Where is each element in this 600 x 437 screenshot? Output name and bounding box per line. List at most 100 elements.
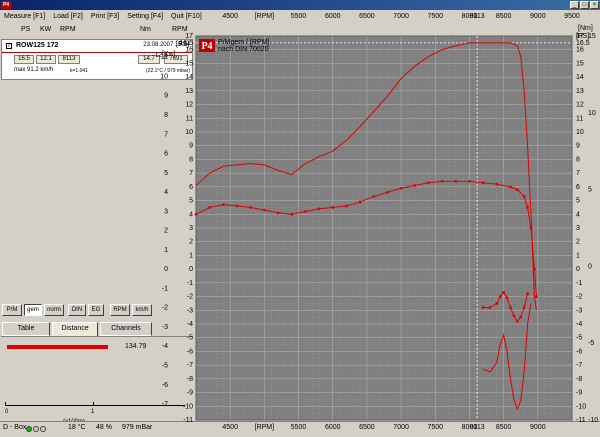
y-tick-label-nm: 0	[588, 263, 592, 270]
y-tick-label-kw: 1	[164, 247, 168, 254]
y-tick-label-kw: 2	[164, 228, 168, 235]
x-tick-label-top: 8500	[496, 13, 512, 20]
run-kw-value: 12.1	[36, 55, 56, 64]
menu-load[interactable]: Load [F2]	[53, 13, 83, 20]
y-tick-label-ps-left: 1	[189, 252, 193, 259]
x-tick-label-bottom: 6000	[325, 424, 341, 431]
data-point	[235, 204, 239, 208]
toggle-rpm-button[interactable]: RPM	[110, 304, 130, 316]
y-tick-label-ps-left: 0	[189, 266, 193, 273]
x-tick-label-bottom: 9000	[530, 424, 546, 431]
tab-distance[interactable]: Distance	[52, 322, 98, 336]
y-tick-label-kw: 5	[164, 170, 168, 177]
y-tick-label-kw: 9	[164, 93, 168, 100]
y-tick-label-ps-left: 6	[189, 184, 193, 191]
y-tick-label-kw: 8	[164, 112, 168, 119]
y-tick-label-ps-left: -5	[187, 335, 193, 342]
x-tick-label-top: 9000	[530, 13, 546, 20]
y-tick-label-ps-left: -3	[187, 307, 193, 314]
x-tick-label-top: 5500	[291, 13, 307, 20]
y-tick-label-ps-left: 13	[185, 88, 193, 95]
y-tick-label-nm: 15	[588, 33, 596, 40]
status-humidity: 48 %	[96, 424, 112, 431]
toggle-eg-button[interactable]: EG	[88, 304, 104, 316]
run-name: ROW125 172	[16, 42, 59, 49]
y-tick-label-ps-left: 8	[189, 156, 193, 163]
y-tick-label-ps-left: -7	[187, 362, 193, 369]
toggle-din-button[interactable]: DIN	[68, 304, 86, 316]
menu-print[interactable]: Print [F3]	[91, 13, 119, 20]
data-point	[317, 207, 321, 211]
data-point	[515, 319, 519, 323]
y-tick-label-ps-right: 4	[576, 211, 580, 218]
y-tick-label-ps-left: 12	[185, 102, 193, 109]
data-point	[529, 226, 533, 230]
logo-text: P4	[201, 41, 212, 52]
distance-bar	[7, 345, 108, 349]
run-checkbox[interactable]: ✓	[6, 43, 12, 49]
y-tick-label-ps-left: -6	[187, 348, 193, 355]
y-tick-label-kw: 4	[164, 189, 168, 196]
data-point	[208, 206, 212, 209]
menu-measure[interactable]: Measure [F1]	[4, 13, 45, 20]
y-tick-label-ps-right: -10	[576, 403, 586, 410]
y-tick-label-ps-left: -10	[183, 403, 193, 410]
data-point	[468, 179, 471, 183]
data-point	[512, 314, 516, 318]
y-tick-label-kw: 0	[164, 266, 168, 273]
x-tick-label-top: 7500	[427, 13, 443, 20]
y-tick-label-ps-right: -3	[576, 307, 582, 314]
y-axis-nm-label: [Nm]	[578, 25, 593, 32]
x-tick-label-bottom: 7500	[427, 424, 443, 431]
x-tick-label-bottom: 7000	[393, 424, 409, 431]
y-tick-label-kw: -3	[162, 324, 168, 331]
y-tick-label-kw: -1	[162, 285, 168, 292]
data-point	[533, 267, 536, 271]
status-temperature: 18 °C	[68, 424, 86, 431]
data-point	[276, 211, 280, 215]
tab-table[interactable]: Table	[2, 322, 50, 336]
dyno-chart[interactable]: 4500 [RPM] 5500 6000 6500 7000 7500 8 0 0 0 8500 900…	[154, 0, 600, 435]
toggle-gem-button[interactable]: gem	[24, 304, 42, 316]
y-tick-label-ps-left: 7	[189, 170, 193, 177]
toggle-kmh-button[interactable]: km/h	[132, 304, 152, 316]
x-tick-label-top: [RPM]	[255, 13, 275, 20]
data-point	[386, 190, 389, 194]
col-ps: PS	[21, 26, 31, 33]
y-tick-label-kw: 3	[164, 208, 168, 215]
data-point	[495, 302, 499, 305]
y-tick-label-ps-right: 13	[576, 88, 584, 95]
app-icon: P4	[1, 1, 11, 9]
y-tick-label-kw: 7	[164, 131, 168, 138]
x-tick-label-top: 6500	[359, 13, 375, 20]
toggle-pm-button[interactable]: P/M	[2, 304, 22, 316]
y-tick-label-ps-left: -4	[187, 321, 193, 328]
y-tick-label-ps-left: 14	[185, 74, 193, 81]
run-correction-factor: k=1.041	[70, 68, 88, 74]
toggle-norm-button[interactable]: norm	[44, 304, 64, 316]
y-tick-label-ps-right: 16	[576, 47, 584, 54]
data-point	[495, 182, 499, 186]
data-point	[303, 210, 307, 213]
data-point	[262, 208, 266, 212]
y-tick-label-ps-left: 5	[189, 198, 193, 205]
data-point	[498, 295, 502, 298]
y-tick-label-ps-left: 10	[185, 129, 193, 136]
y-tick-label-ps-left: -9	[187, 390, 193, 397]
y-tick-label-ps-right: -5	[576, 335, 582, 342]
status-led-off-icon	[33, 426, 39, 432]
y-tick-label-ps-right: -11	[576, 417, 586, 424]
x-tick-label-top: 9500	[564, 13, 580, 20]
y-tick-label-nm: -5	[588, 340, 594, 347]
y-tick-label-kw: -7	[162, 401, 168, 408]
y-tick-label-ps-left: 4	[189, 211, 193, 218]
status-led-green-icon	[26, 426, 32, 432]
tab-channels[interactable]: Channels	[100, 322, 152, 336]
y-tick-label-ps-right: 9	[576, 143, 580, 150]
x-tick-label-bottom: 5500	[291, 424, 307, 431]
y-tick-label-ps-right: 0	[576, 266, 580, 273]
y-tick-label-ps-right: 12	[576, 102, 584, 109]
data-point	[509, 306, 512, 309]
data-point	[454, 179, 458, 183]
y-tick-label-ps-left: -2	[187, 294, 193, 301]
